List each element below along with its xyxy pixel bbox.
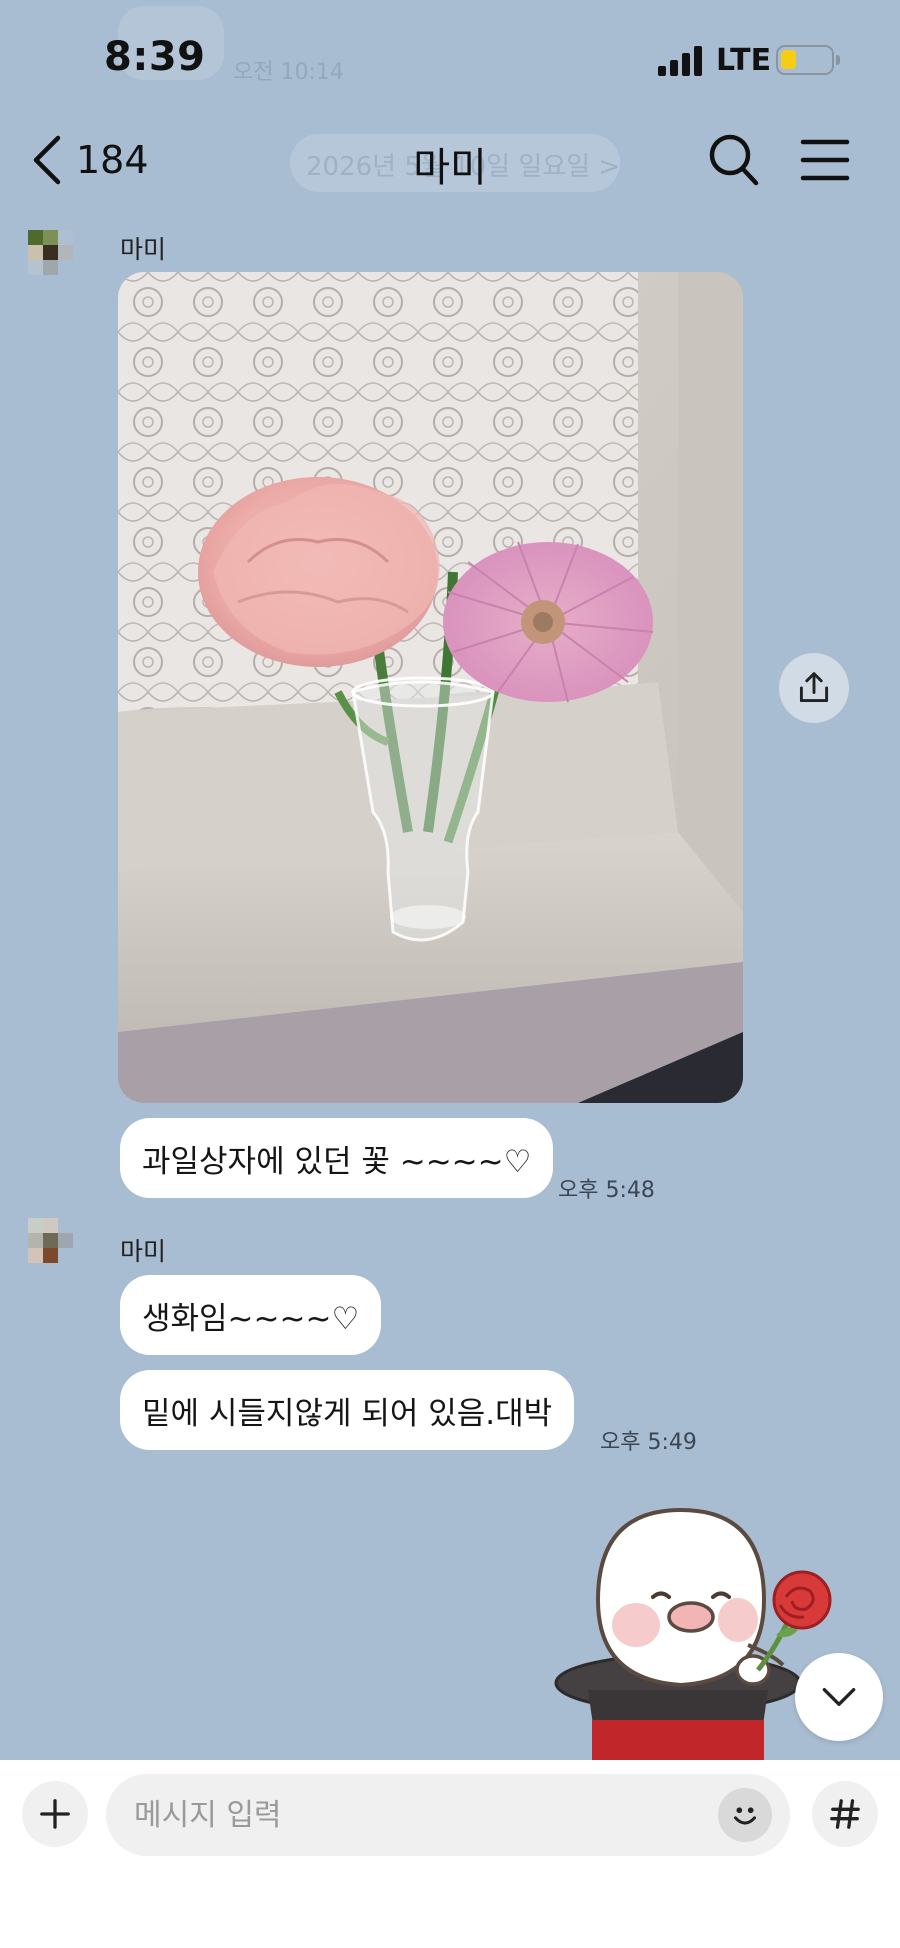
network-label: LTE	[716, 43, 772, 78]
menu-icon	[800, 139, 850, 181]
back-button[interactable]: 184	[30, 128, 160, 192]
status-time: 8:39	[104, 34, 206, 80]
unread-count: 184	[76, 138, 149, 182]
search-icon	[709, 134, 759, 186]
search-button[interactable]	[706, 130, 762, 190]
scroll-to-bottom-button[interactable]	[795, 1653, 883, 1741]
menu-button[interactable]	[800, 138, 850, 182]
chevron-left-icon	[33, 135, 61, 185]
faded-notification-text: 오전 10:14	[233, 60, 344, 85]
avatar[interactable]	[28, 230, 88, 320]
message-time: 오후 5:48	[558, 1178, 655, 1203]
share-button[interactable]	[779, 653, 849, 723]
signal-icon	[658, 46, 702, 76]
message-bubble[interactable]: 생화임~~~~♡	[120, 1275, 382, 1355]
avatar[interactable]	[28, 1218, 88, 1308]
photo-message[interactable]	[118, 272, 743, 1103]
hash-icon	[830, 1799, 860, 1829]
message-time: 오후 5:49	[600, 1430, 697, 1455]
message-bubble[interactable]: 과일상자에 있던 꽃 ~~~~♡	[120, 1118, 554, 1198]
chat-title: 마미	[413, 145, 487, 191]
emoji-button[interactable]	[718, 1788, 772, 1842]
plus-icon	[40, 1799, 70, 1829]
attach-button[interactable]	[22, 1781, 88, 1847]
message-input[interactable]	[106, 1774, 790, 1856]
battery-cap	[836, 55, 840, 65]
flower-photo	[118, 272, 743, 1103]
emoji-icon	[733, 1807, 757, 1825]
chevron-down-icon	[822, 1688, 856, 1706]
hash-button[interactable]	[812, 1781, 878, 1847]
sender-name: 마미	[120, 235, 167, 264]
sender-name: 마미	[120, 1237, 167, 1266]
battery-icon	[776, 45, 834, 75]
message-bubble[interactable]: 밑에 시들지않게 되어 있음.대박	[120, 1370, 575, 1450]
share-icon	[799, 672, 829, 703]
